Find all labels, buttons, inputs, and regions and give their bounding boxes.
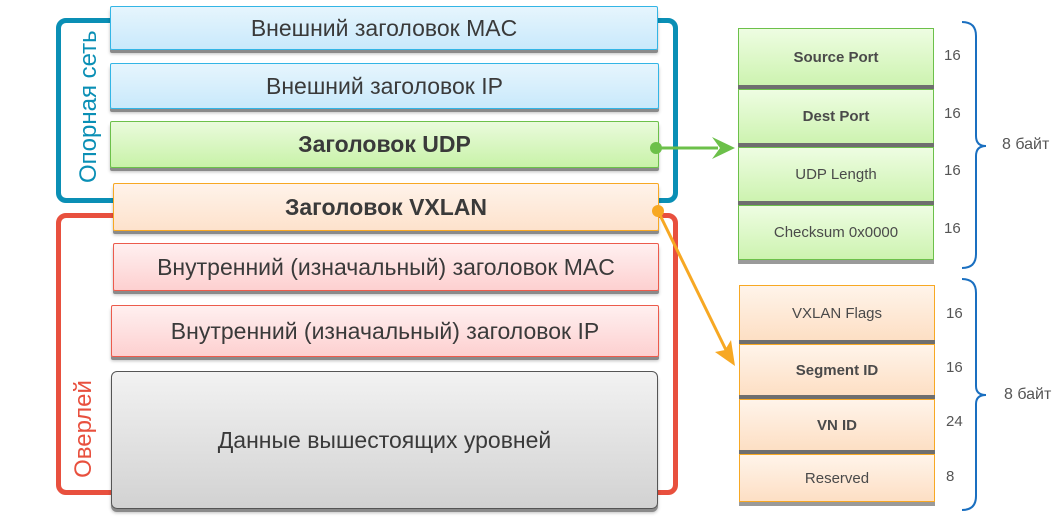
vxlan-bits-flags: 16 (946, 305, 963, 322)
field-shadow (739, 502, 935, 506)
vxlan-field-reserved: Reserved (739, 454, 935, 502)
field-label: UDP Length (795, 166, 877, 183)
vxlan-bits-reserved: 8 (946, 468, 955, 485)
field-label: Source Port (793, 48, 879, 66)
udp-field-dest-port: Dest Port (738, 89, 934, 144)
field-label: Reserved (804, 469, 870, 487)
field-label: VXLAN Flags (791, 304, 883, 322)
field-shadow (738, 260, 934, 264)
udp-field-checksum: Checksum 0x0000 (738, 205, 934, 260)
vxlan-arrow-dot (652, 205, 664, 217)
udp-field-source-port: Source Port (738, 28, 934, 86)
udp-field-length: UDP Length (738, 147, 934, 202)
vxlan-bits-segment-id: 16 (946, 359, 963, 376)
udp-arrow-dot (650, 142, 662, 154)
vxlan-bits-vn-id: 24 (946, 413, 963, 430)
field-label: Dest Port (802, 108, 870, 125)
udp-bits-length: 16 (944, 162, 961, 179)
vxlan-arrow-line (656, 210, 728, 351)
vxlan-total-bytes: 8 байт (1004, 386, 1052, 403)
udp-bits-source-port: 16 (944, 47, 961, 64)
udp-total-bytes: 8 байт (1002, 136, 1050, 153)
udp-brace (961, 21, 987, 269)
field-label: VN ID (816, 416, 857, 434)
vxlan-field-flags: VXLAN Flags (739, 285, 935, 341)
vxlan-arrow-head (715, 340, 735, 366)
vxlan-brace (961, 278, 987, 511)
field-label: Segment ID (795, 361, 879, 379)
udp-bits-checksum: 16 (944, 220, 961, 237)
udp-bits-dest-port: 16 (944, 105, 961, 122)
vxlan-field-segment-id: Segment ID (739, 344, 935, 396)
vxlan-field-vn-id: VN ID (739, 399, 935, 451)
field-label: Checksum 0x0000 (773, 224, 899, 241)
